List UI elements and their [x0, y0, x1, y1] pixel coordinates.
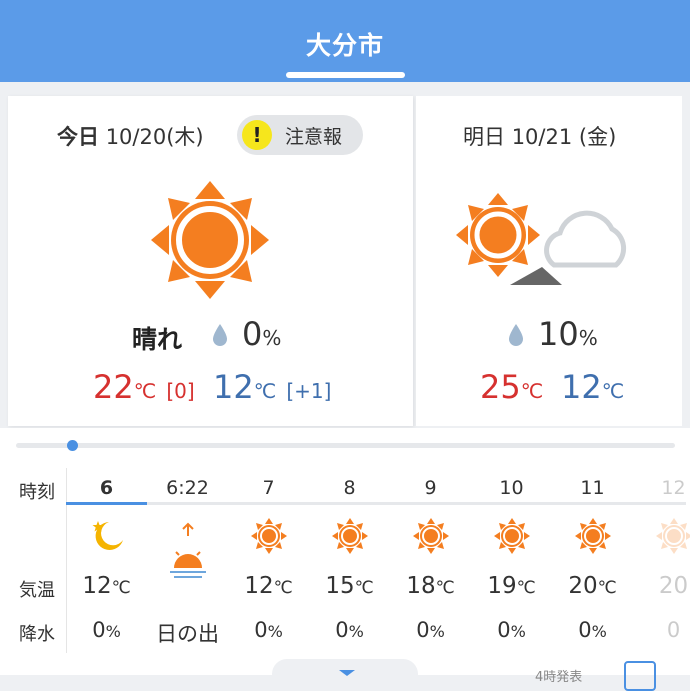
today-date: 10/20 [106, 125, 167, 149]
tomorrow-high-unit: ℃ [521, 379, 543, 403]
sun-icon [633, 518, 690, 558]
hour-time: 6 [66, 477, 147, 499]
raindrop-icon [212, 323, 228, 347]
scroll-handle[interactable] [67, 440, 78, 451]
today-low-unit: ℃ [254, 379, 276, 403]
city-title: 大分市 [0, 26, 690, 62]
tomorrow-low: 12℃ [561, 368, 624, 406]
sunrise-icon [147, 522, 228, 586]
hour-temp: 20 [633, 573, 690, 599]
chevron-down-icon [339, 670, 355, 676]
hour-precip: 0% [552, 618, 633, 642]
sun-icon [552, 518, 633, 558]
hour-time: 10 [471, 477, 552, 499]
hour-time: 8 [309, 477, 390, 499]
today-label: 今日 [57, 125, 99, 149]
hour-temp: 12℃ [228, 573, 309, 599]
hour-precip: 0% [228, 618, 309, 642]
tomorrow-precip-unit: % [579, 326, 598, 350]
tomorrow-high-value: 25 [480, 368, 521, 406]
issued-note: 4時発表 [535, 666, 582, 685]
tomorrow-dow: (金) [579, 125, 616, 149]
hour-time: 12 [633, 477, 690, 499]
hour-precip: 0% [66, 618, 147, 642]
current-hour-indicator [66, 502, 147, 505]
detail-button[interactable] [624, 661, 656, 691]
time-row-label: 時刻 [19, 478, 55, 504]
raindrop-icon [508, 323, 524, 347]
tomorrow-date: 10/21 [512, 125, 573, 149]
tomorrow-label: 明日 [463, 125, 505, 149]
today-high-diff: [0] [166, 379, 194, 403]
sun-icon [309, 518, 390, 558]
today-low: 12℃ [+1] [213, 368, 331, 406]
tomorrow-precip: 10% [538, 315, 598, 353]
hour-time: 7 [228, 477, 309, 499]
sun-then-cloud-icon [456, 193, 642, 288]
hour-time: 11 [552, 477, 633, 499]
tomorrow-precip-value: 10 [538, 315, 579, 353]
hour-temp: 12℃ [66, 573, 147, 599]
hour-precip: 0% [390, 618, 471, 642]
today-high-value: 22 [93, 368, 134, 406]
tomorrow-date-heading: 明日 10/21 (金) [463, 121, 616, 151]
sun-icon [390, 518, 471, 558]
tomorrow-low-value: 12 [561, 368, 602, 406]
tab-indicator [286, 72, 405, 78]
warning-badge[interactable]: ! 注意報 [237, 115, 363, 155]
today-high-unit: ℃ [134, 379, 156, 403]
time-row-rule [66, 502, 686, 505]
hour-precip: 日の出 [147, 618, 228, 648]
hour-precip: 0% [471, 618, 552, 642]
hour-precip: 0% [309, 618, 390, 642]
sun-icon [471, 518, 552, 558]
today-precip-unit: % [262, 326, 281, 350]
today-precip-value: 0 [242, 315, 262, 353]
hour-temp: 19℃ [471, 573, 552, 599]
hour-temp: 20℃ [552, 573, 633, 599]
hour-temp: 18℃ [390, 573, 471, 599]
tomorrow-low-unit: ℃ [602, 379, 624, 403]
hourly-scrollbar[interactable] [16, 443, 675, 448]
today-date-heading: 今日 10/20(木) [57, 121, 204, 151]
exclamation-icon: ! [242, 120, 272, 150]
today-condition: 晴れ [132, 320, 182, 356]
today-low-value: 12 [213, 368, 254, 406]
precip-row-label: 降水 [19, 620, 55, 646]
warning-label: 注意報 [285, 122, 342, 149]
today-precip: 0% [242, 315, 281, 353]
sun-icon [151, 181, 269, 299]
today-high: 22℃ [0] [93, 368, 195, 406]
hour-temp: 15℃ [309, 573, 390, 599]
moon-icon [66, 518, 147, 558]
hour-time: 9 [390, 477, 471, 499]
hour-time: 6:22 [147, 477, 228, 499]
hour-precip: 0 [633, 618, 690, 642]
tomorrow-high: 25℃ [480, 368, 543, 406]
sun-icon [228, 518, 309, 558]
today-dow: (木) [166, 125, 203, 149]
temp-row-label: 気温 [19, 576, 55, 602]
today-low-diff: [+1] [286, 379, 331, 403]
